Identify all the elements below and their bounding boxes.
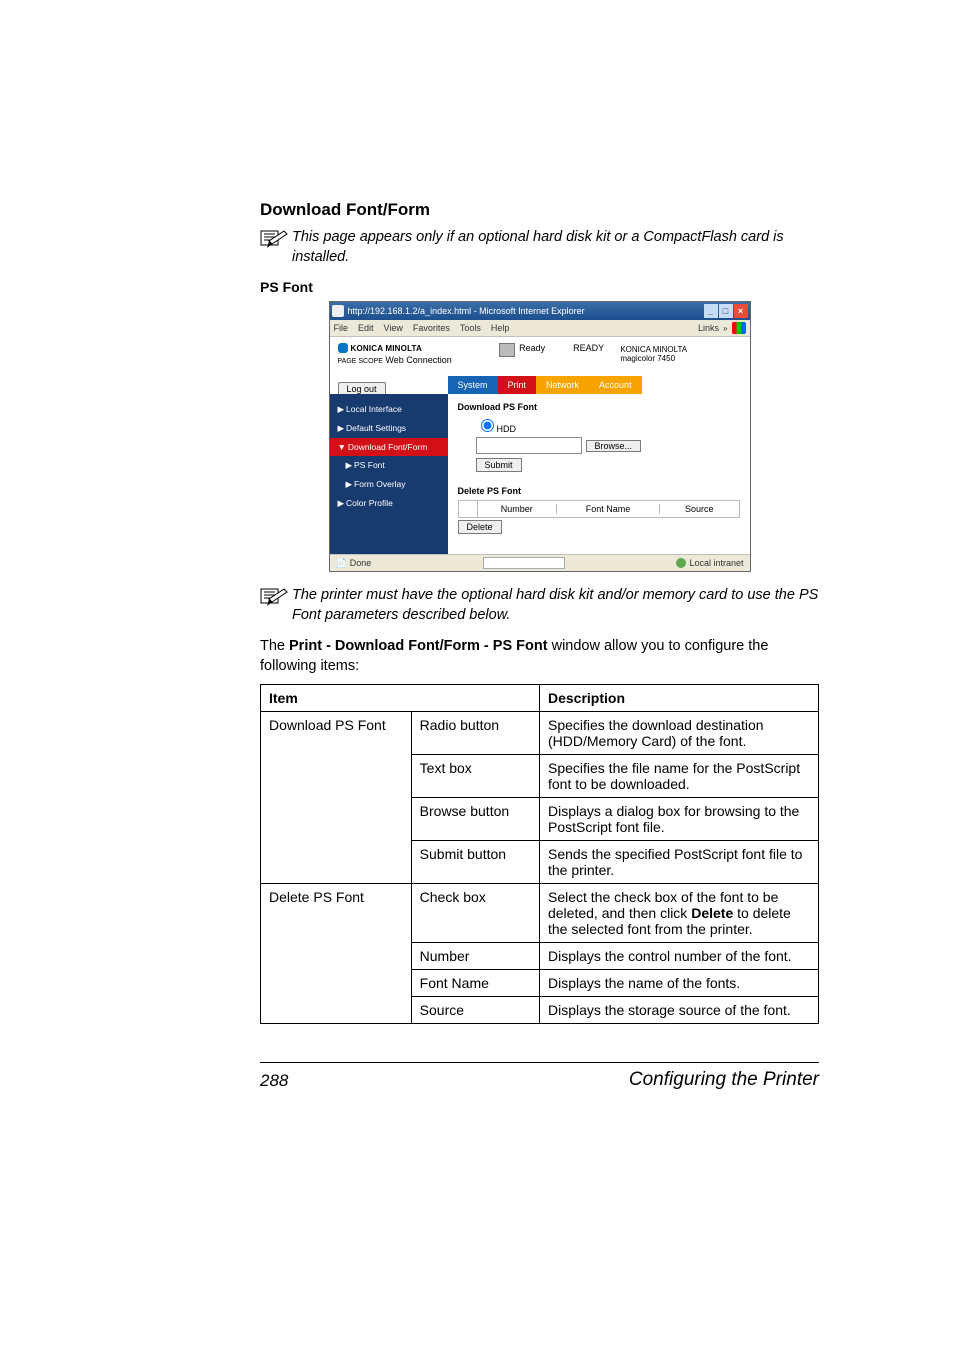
cell-item: Delete PS Font [261, 884, 412, 1024]
sidebar-item-download-font-form[interactable]: ▼Download Font/Form [330, 438, 448, 456]
note-1-text: This page appears only if an optional ha… [292, 228, 819, 267]
parameters-table: Item Description Download PS Font Radio … [260, 684, 819, 1024]
font-file-input[interactable] [476, 437, 582, 454]
cell-desc: Specifies the file name for the PostScri… [539, 755, 818, 798]
window-title: http://192.168.1.2/a_index.html - Micros… [348, 306, 585, 316]
cell-control: Browse button [411, 798, 539, 841]
ie-menu-edit[interactable]: Edit [358, 323, 374, 333]
screenshot: http://192.168.1.2/a_index.html - Micros… [329, 301, 751, 572]
window-maximize-button[interactable]: □ [719, 304, 733, 318]
cell-desc: Specifies the download destination (HDD/… [539, 712, 818, 755]
ie-menu-favorites[interactable]: Favorites [413, 323, 450, 333]
cell-desc: Displays a dialog box for browsing to th… [539, 798, 818, 841]
delete-button[interactable]: Delete [458, 520, 502, 534]
col-source: Source [660, 504, 738, 514]
tab-network[interactable]: Network [536, 376, 589, 394]
cell-control: Submit button [411, 841, 539, 884]
page-footer: 288 Configuring the Printer [260, 1062, 819, 1091]
tab-print[interactable]: Print [498, 376, 537, 394]
tab-system[interactable]: System [448, 376, 498, 394]
ie-links-label[interactable]: Links [698, 323, 719, 333]
page-number: 288 [260, 1071, 288, 1091]
main-tabs: SystemPrintNetworkAccount [448, 375, 750, 394]
cell-desc: Select the check box of the font to be d… [539, 884, 818, 943]
chevron-right-icon[interactable]: » [723, 324, 727, 333]
page-footer-title: Configuring the Printer [629, 1069, 819, 1091]
tab-account[interactable]: Account [589, 376, 642, 394]
note-2: The printer must have the optional hard … [260, 586, 819, 625]
dest-hdd-radio[interactable] [481, 419, 494, 432]
sidebar: ▶Local Interface ▶Default Settings ▼Down… [330, 394, 448, 554]
zone-icon [676, 558, 686, 568]
cell-control: Font Name [411, 970, 539, 997]
col-number: Number [478, 504, 557, 514]
sidebar-item-form-overlay[interactable]: ▶Form Overlay [330, 475, 448, 494]
cell-desc: Sends the specified PostScript font file… [539, 841, 818, 884]
printer-ready-small: Ready [519, 343, 545, 353]
table-row: Delete PS Font Check box Select the chec… [261, 884, 819, 943]
printer-ready-big: READY [573, 343, 604, 353]
browse-button[interactable]: Browse... [586, 440, 642, 452]
sidebar-item-color-profile[interactable]: ▶Color Profile [330, 494, 448, 513]
note-1: This page appears only if an optional ha… [260, 228, 819, 267]
dest-hdd-label: HDD [497, 424, 517, 434]
web-connection-label: Web Connection [385, 355, 451, 365]
download-ps-font-heading: Download PS Font [458, 402, 740, 412]
header-model-right: magicolor 7450 [620, 354, 741, 363]
col-font-name: Font Name [557, 504, 660, 514]
ie-menu-file[interactable]: File [334, 323, 349, 333]
delete-table-header: Number Font Name Source [458, 500, 740, 518]
table-row: Download PS Font Radio button Specifies … [261, 712, 819, 755]
delete-ps-font-heading: Delete PS Font [458, 486, 740, 496]
cell-desc: Displays the control number of the font. [539, 943, 818, 970]
ie-status-bar: 📄Done Local intranet [330, 554, 750, 571]
sidebar-item-default-settings[interactable]: ▶Default Settings [330, 419, 448, 438]
windows-flag-icon [732, 322, 746, 334]
header-brand-right: KONICA MINOLTA [620, 345, 741, 354]
cell-control: Text box [411, 755, 539, 798]
pagescope-prefix: PAGE SCOPE [338, 358, 383, 365]
pagescope-header: KONICA MINOLTA PAGE SCOPE Web Connection… [330, 337, 750, 369]
status-zone-text: Local intranet [689, 558, 743, 568]
cell-control: Check box [411, 884, 539, 943]
th-item: Item [261, 685, 540, 712]
sidebar-item-ps-font[interactable]: ▶PS Font [330, 456, 448, 475]
sub-heading: PS Font [260, 279, 819, 295]
ie-done-icon: 📄 [336, 558, 347, 569]
ie-menu-tools[interactable]: Tools [460, 323, 481, 333]
brand-label: KONICA MINOLTA [351, 344, 423, 353]
ie-menu-bar: File Edit View Favorites Tools Help Link… [330, 320, 750, 337]
note-2-text: The printer must have the optional hard … [292, 586, 819, 625]
cell-control: Source [411, 997, 539, 1024]
note-icon [260, 586, 288, 608]
status-progress-placeholder [483, 557, 565, 569]
km-logo-icon [338, 343, 348, 353]
cell-control: Radio button [411, 712, 539, 755]
window-close-button[interactable]: × [734, 304, 748, 318]
cell-desc: Displays the name of the fonts. [539, 970, 818, 997]
status-done-text: Done [350, 558, 372, 568]
sidebar-item-local-interface[interactable]: ▶Local Interface [330, 400, 448, 419]
ie-title-bar: http://192.168.1.2/a_index.html - Micros… [330, 302, 750, 320]
intro-paragraph: The Print - Download Font/Form - PS Font… [260, 637, 819, 676]
th-description: Description [539, 685, 818, 712]
section-title: Download Font/Form [260, 200, 819, 220]
ie-app-icon [332, 305, 344, 317]
main-panel: Download PS Font HDD Browse... Submit De… [448, 394, 750, 554]
window-minimize-button[interactable]: _ [704, 304, 718, 318]
ie-menu-help[interactable]: Help [491, 323, 510, 333]
cell-desc: Displays the storage source of the font. [539, 997, 818, 1024]
ie-menu-view[interactable]: View [384, 323, 403, 333]
submit-button[interactable]: Submit [476, 458, 522, 472]
cell-control: Number [411, 943, 539, 970]
note-icon [260, 228, 288, 250]
cell-item: Download PS Font [261, 712, 412, 884]
printer-icon [499, 343, 515, 357]
